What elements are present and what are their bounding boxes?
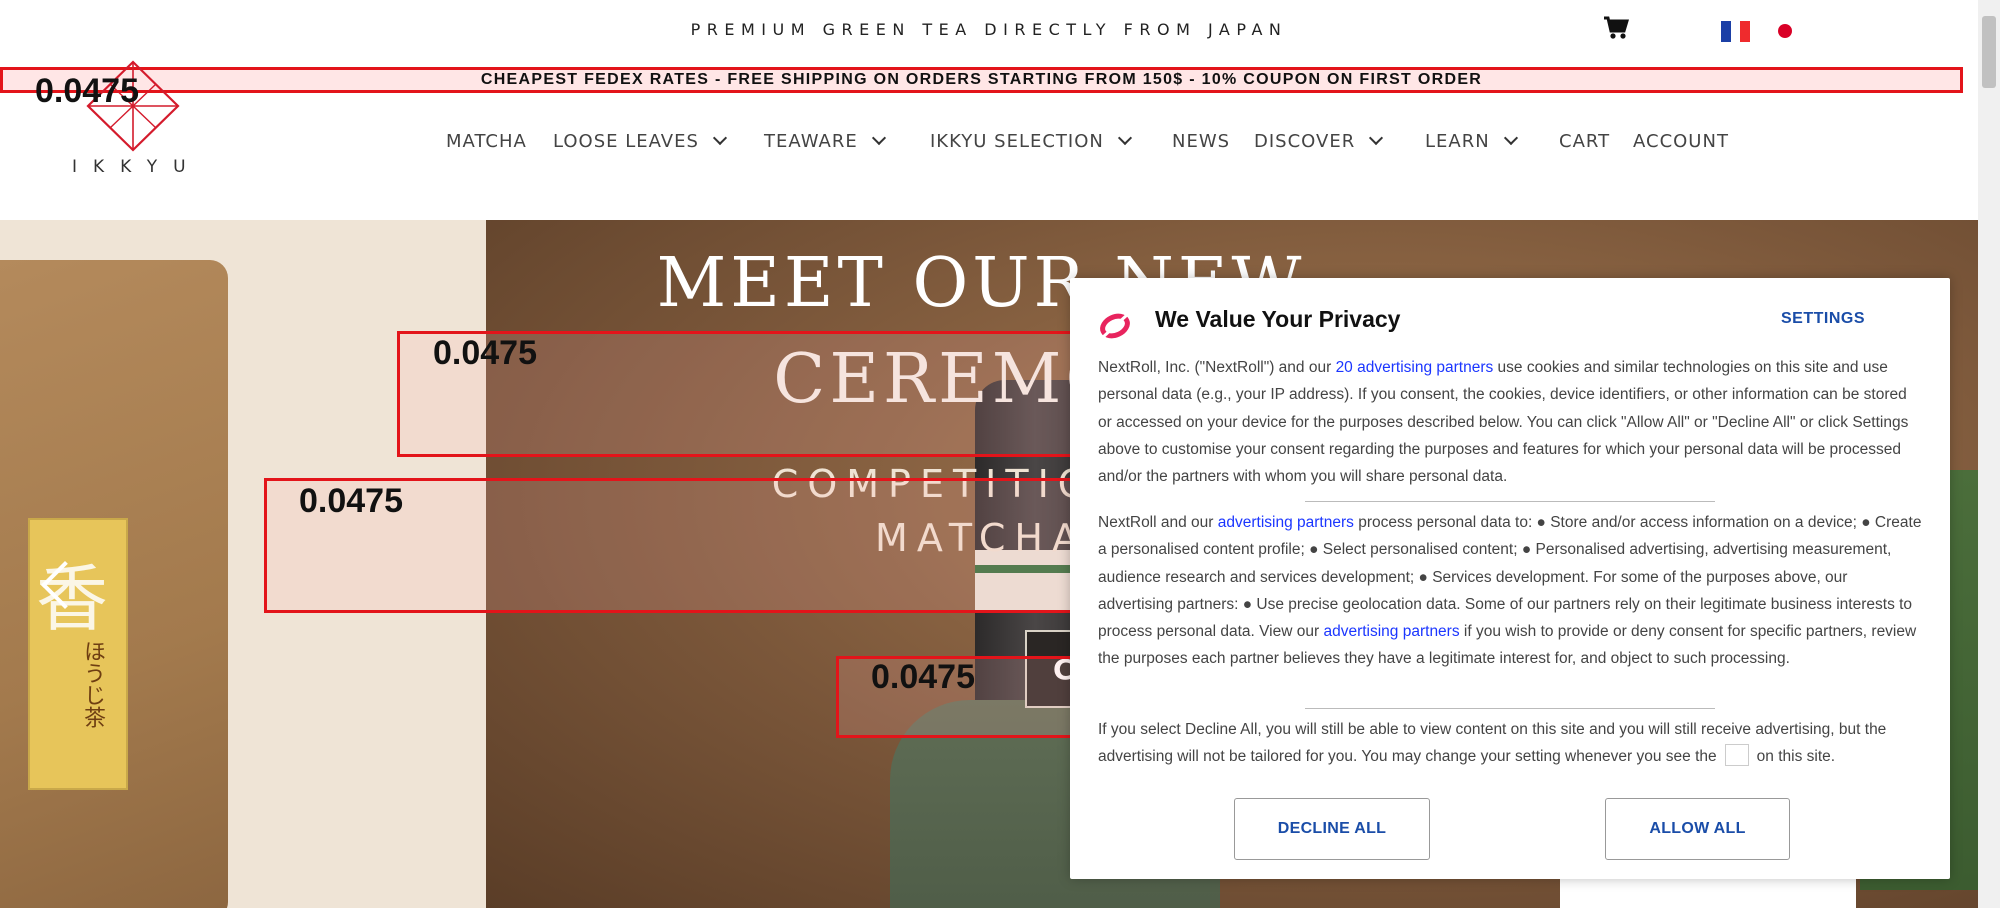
promo-banner: CHEAPEST FEDEX RATES - FREE SHIPPING ON … <box>0 67 1963 93</box>
score-label: 0.0475 <box>433 334 537 372</box>
partners-link[interactable]: 20 advertising partners <box>1336 359 1494 376</box>
advertising-partners-link[interactable]: advertising partners <box>1218 514 1354 531</box>
tagline: PREMIUM GREEN TEA DIRECTLY FROM JAPAN <box>690 20 1288 39</box>
divider <box>1305 501 1715 502</box>
privacy-paragraph-3: If you select Decline All, you will stil… <box>1098 721 1887 767</box>
tea-label: 香 ほうじ茶 <box>28 518 128 790</box>
advertising-partners-link-2[interactable]: advertising partners <box>1323 623 1459 640</box>
chevron-down-icon <box>1503 130 1518 146</box>
top-bar: PREMIUM GREEN TEA DIRECTLY FROM JAPAN <box>0 0 1978 64</box>
nextroll-logo-icon <box>1100 312 1130 340</box>
nav-loose-leaves[interactable]: LOOSE LEAVES <box>553 130 727 152</box>
tea-bag-image: 香 ほうじ茶 <box>0 260 228 908</box>
chevron-down-icon <box>1369 130 1384 146</box>
cart-icon[interactable] <box>1603 15 1629 41</box>
privacy-paragraph-2: NextRoll and our advertising partners pr… <box>1098 514 1922 668</box>
score-label: 0.0475 <box>35 72 139 110</box>
nav-matcha[interactable]: MATCHA <box>446 131 527 152</box>
score-label: 0.0475 <box>871 658 975 696</box>
score-label: 0.0475 <box>299 482 403 520</box>
scrollbar[interactable] <box>1978 0 2000 908</box>
nav-discover[interactable]: DISCOVER <box>1254 130 1384 152</box>
tea-small-text: ほうじ茶 <box>80 640 105 728</box>
logo-text: IKKYU <box>72 157 202 177</box>
nav-news[interactable]: NEWS <box>1172 131 1230 152</box>
nextroll-small-icon <box>1724 744 1749 767</box>
nav-ikkyu-selection[interactable]: IKKYU SELECTION <box>930 130 1132 152</box>
scrollbar-thumb[interactable] <box>1982 16 1996 88</box>
privacy-modal: We Value Your Privacy SETTINGS NextRoll,… <box>1070 278 1950 879</box>
nav-teaware[interactable]: TEAWARE <box>764 130 886 152</box>
nav-cart[interactable]: CART <box>1559 131 1610 152</box>
settings-button[interactable]: SETTINGS <box>1781 310 1865 328</box>
flag-fr-icon[interactable] <box>1721 21 1751 42</box>
chevron-down-icon <box>871 130 886 146</box>
flag-jp-icon[interactable] <box>1770 20 1800 42</box>
chevron-down-icon <box>1117 130 1132 146</box>
decline-all-button[interactable]: DECLINE ALL <box>1234 798 1430 860</box>
chevron-down-icon <box>712 130 727 146</box>
allow-all-button[interactable]: ALLOW ALL <box>1605 798 1790 860</box>
privacy-paragraph-1: NextRoll, Inc. ("NextRoll") and our 20 a… <box>1098 359 1909 486</box>
privacy-title: We Value Your Privacy <box>1155 306 1401 332</box>
nav-account[interactable]: ACCOUNT <box>1633 131 1729 152</box>
divider <box>1305 708 1715 709</box>
nav-learn[interactable]: LEARN <box>1425 130 1518 152</box>
